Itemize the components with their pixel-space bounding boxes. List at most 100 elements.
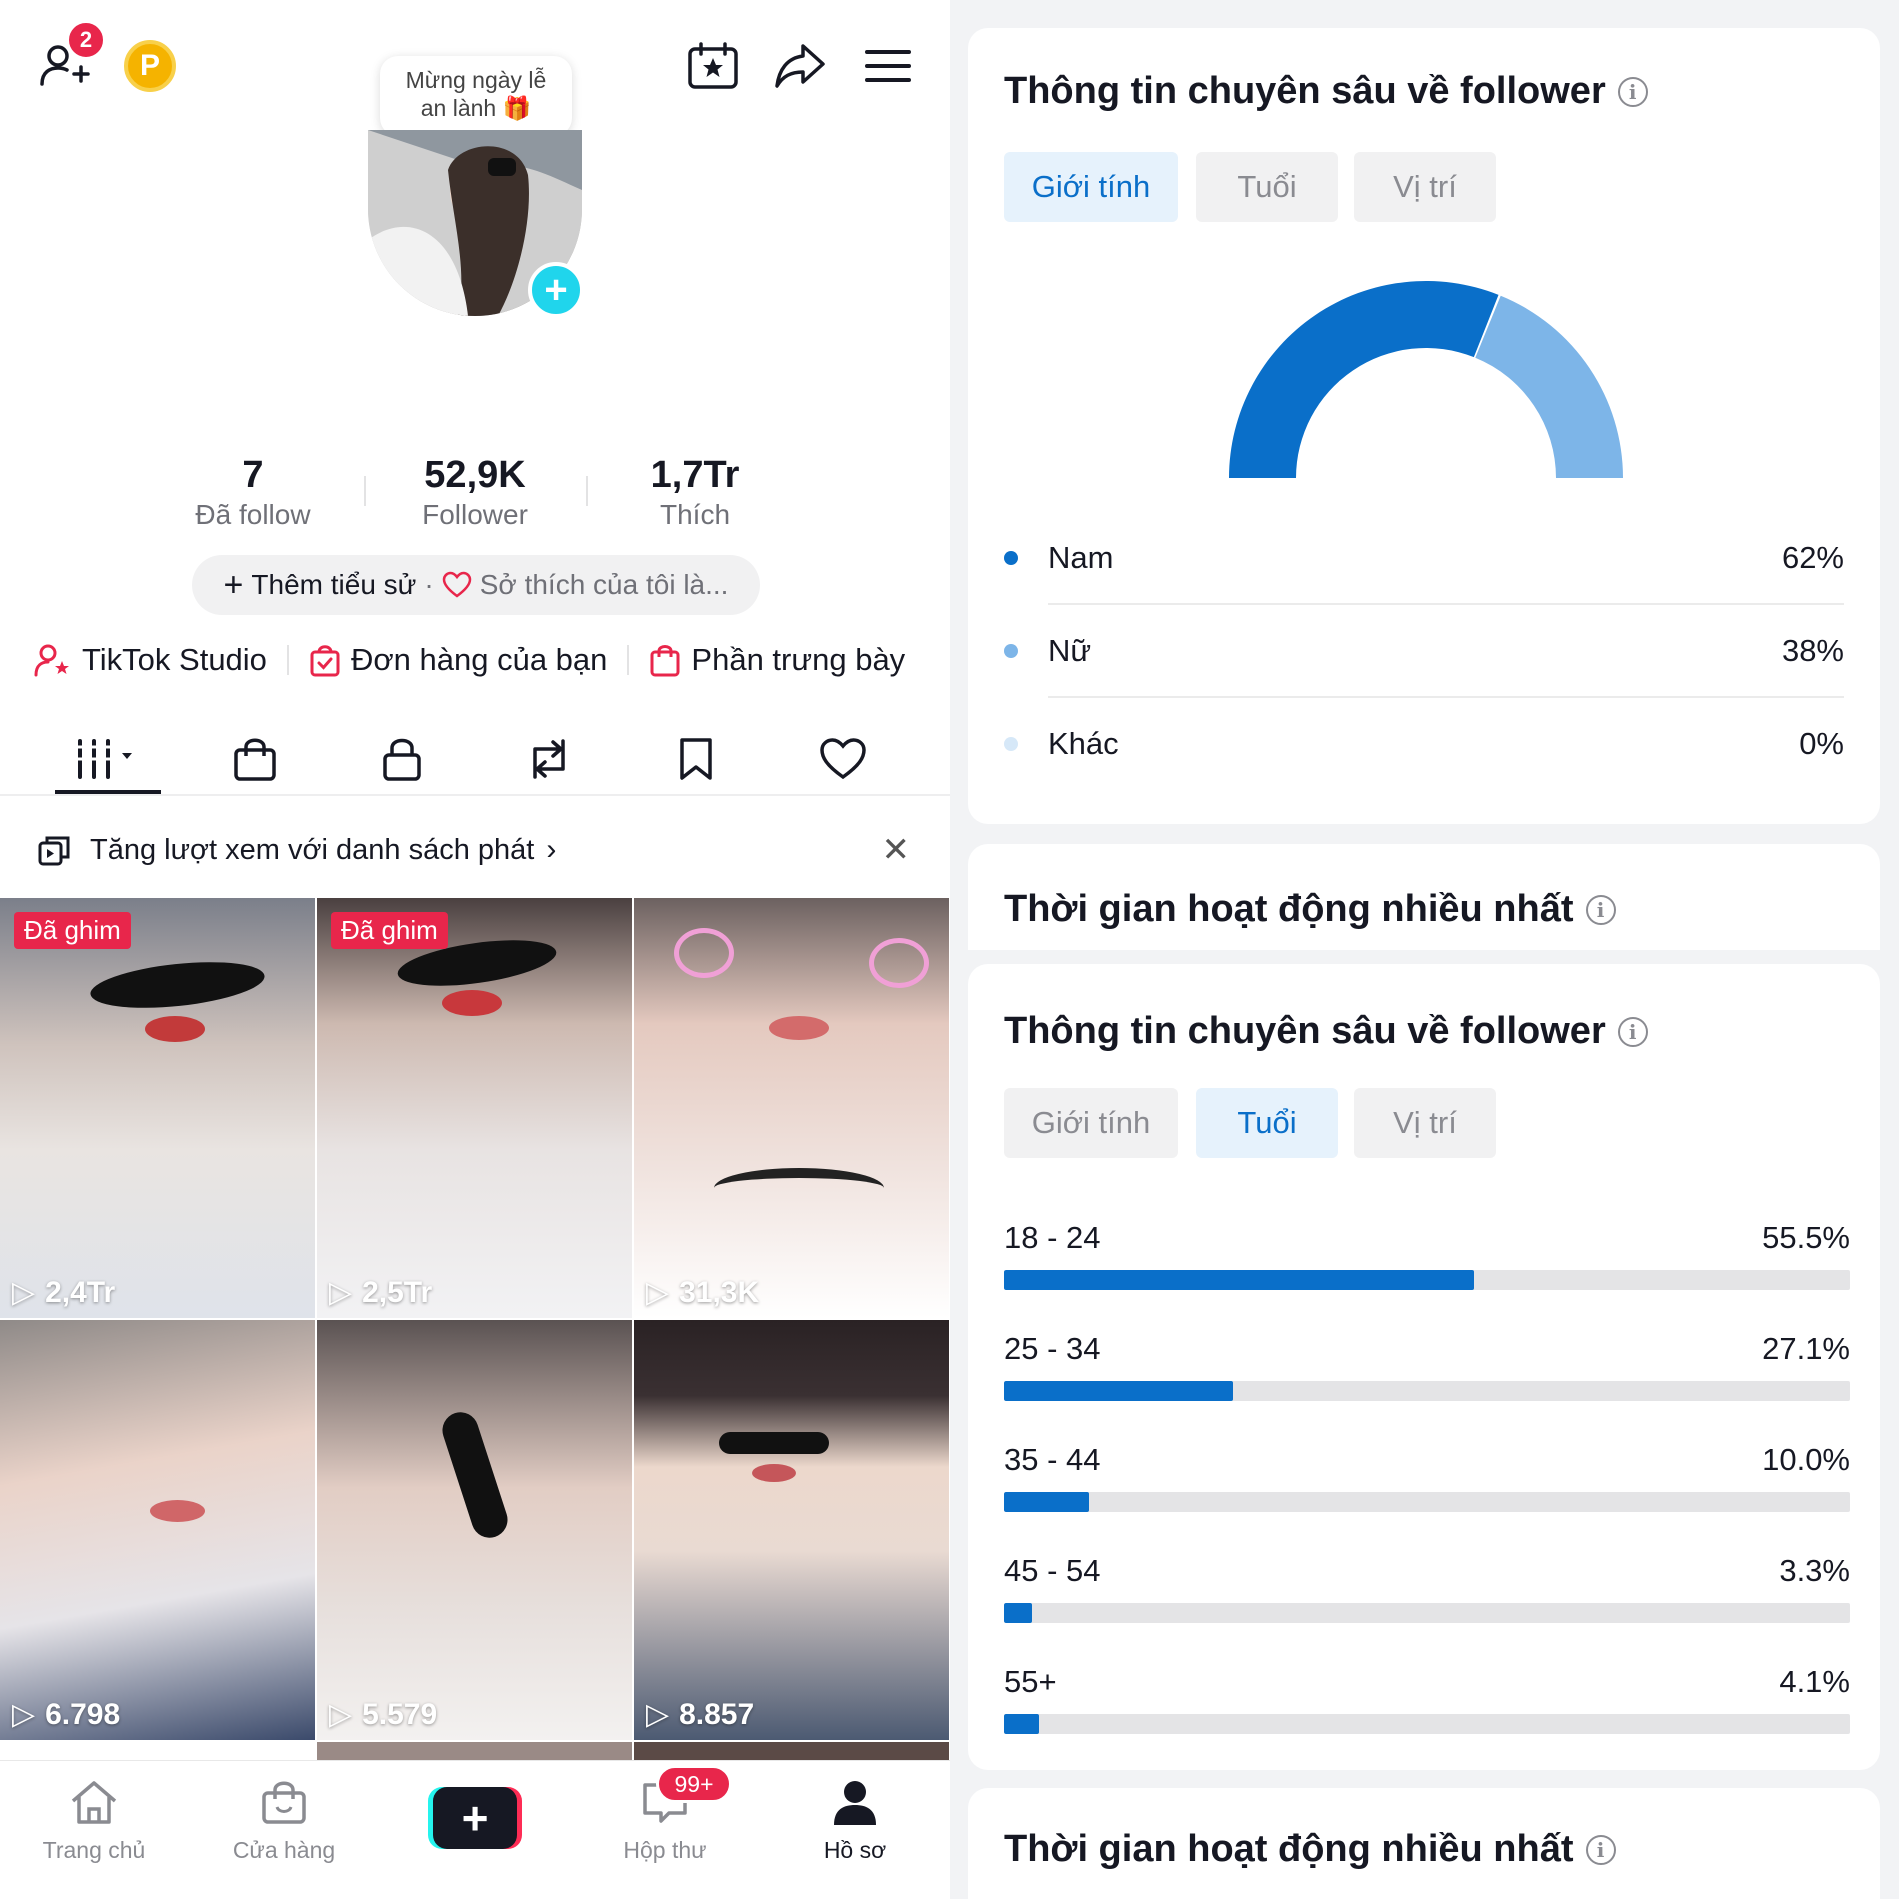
showcase-link[interactable]: Phần trưng bày bbox=[649, 642, 905, 678]
tab-location[interactable]: Vị trí bbox=[1354, 1088, 1496, 1158]
view-count: ▷ 2,5Tr bbox=[329, 1275, 432, 1310]
stat-likes[interactable]: 1,7Tr Thích bbox=[620, 454, 770, 531]
nav-profile-label: Hồ sơ bbox=[823, 1837, 887, 1863]
active-tab-indicator bbox=[55, 790, 161, 794]
close-icon[interactable]: ✕ bbox=[882, 830, 911, 870]
view-count: ▷ 8.857 bbox=[646, 1697, 754, 1732]
age-bar-fill bbox=[1004, 1381, 1234, 1401]
age-row-header: 45 - 54 3.3% bbox=[1004, 1553, 1850, 1589]
info-icon[interactable]: i bbox=[1585, 1834, 1616, 1865]
menu-button[interactable] bbox=[862, 42, 914, 90]
share-button[interactable] bbox=[770, 38, 830, 94]
hamburger-icon bbox=[865, 50, 911, 82]
legend-row-other: Khác 0% bbox=[1004, 698, 1844, 790]
lips bbox=[442, 990, 502, 1016]
create-button[interactable]: + bbox=[428, 1787, 522, 1849]
link-divider bbox=[627, 645, 630, 675]
nav-shop[interactable]: Cửa hàng bbox=[209, 1779, 359, 1864]
stat-divider bbox=[364, 476, 366, 506]
calendar-button[interactable] bbox=[683, 38, 743, 94]
tab-favorites[interactable] bbox=[651, 724, 741, 794]
doodle bbox=[869, 938, 929, 988]
video-thumbnail[interactable]: ▷ 8.857 bbox=[634, 1320, 949, 1740]
play-icon: ▷ bbox=[646, 1276, 670, 1309]
view-count-value: 6.798 bbox=[45, 1697, 121, 1731]
video-thumbnail[interactable]: ▷ 6.798 bbox=[0, 1320, 315, 1740]
showcase-label: Phần trưng bày bbox=[691, 642, 906, 677]
plus-icon: + bbox=[433, 1787, 517, 1849]
video-thumbnail[interactable]: ▷ 31,3K bbox=[634, 898, 949, 1318]
age-row: 55+ 4.1% bbox=[1004, 1664, 1850, 1734]
tiktok-studio-link[interactable]: TikTok Studio bbox=[34, 642, 267, 678]
active-time-card: Thời gian hoạt động nhiều nhất i bbox=[968, 844, 1880, 950]
hobby-label: Sở thích của tôi là... bbox=[479, 569, 729, 600]
tab-shop[interactable] bbox=[210, 724, 300, 794]
pinned-badge: Đã ghim bbox=[331, 912, 448, 949]
tab-reposts[interactable] bbox=[504, 724, 594, 794]
age-row: 45 - 54 3.3% bbox=[1004, 1553, 1850, 1623]
tab-age[interactable]: Tuổi bbox=[1196, 1088, 1338, 1158]
info-icon[interactable]: i bbox=[1585, 894, 1616, 925]
video-thumbnail[interactable] bbox=[634, 1742, 949, 1762]
age-label: 35 - 44 bbox=[1004, 1442, 1101, 1477]
video-thumbnail[interactable] bbox=[317, 1742, 632, 1762]
greeting-bubble: Mừng ngày lễ an lành 🎁 bbox=[380, 56, 572, 136]
view-count-value: 5.579 bbox=[362, 1697, 438, 1731]
bio-separator: · bbox=[424, 569, 434, 600]
add-avatar-button[interactable]: + bbox=[528, 262, 584, 318]
age-bar-track bbox=[1004, 1270, 1850, 1290]
age-bar-track bbox=[1004, 1492, 1850, 1512]
heart-outline-icon bbox=[442, 571, 472, 598]
active-time-card: Thời gian hoạt động nhiều nhất i bbox=[968, 1788, 1880, 1899]
orders-link[interactable]: Đơn hàng của bạn bbox=[309, 642, 607, 678]
video-thumbnail[interactable]: Đã ghim ▷ 2,4Tr bbox=[0, 898, 315, 1318]
age-bar-track bbox=[1004, 1381, 1850, 1401]
nav-home[interactable]: Trang chủ bbox=[19, 1779, 169, 1864]
tab-gender[interactable]: Giới tính bbox=[1004, 1088, 1178, 1158]
age-value: 4.1% bbox=[1779, 1664, 1850, 1699]
age-row-header: 55+ 4.1% bbox=[1004, 1664, 1850, 1700]
profile-screen: 2 P Mừng ngày lễ an lành 🎁 + 7 Đã follow… bbox=[0, 0, 950, 1899]
lips bbox=[769, 1016, 829, 1040]
shop-bag-icon bbox=[650, 645, 680, 677]
tab-private[interactable] bbox=[357, 724, 447, 794]
lips bbox=[752, 1464, 796, 1482]
legend-value: 38% bbox=[1781, 633, 1844, 668]
stat-likes-label: Thích bbox=[659, 499, 731, 530]
age-value: 10.0% bbox=[1762, 1442, 1850, 1477]
info-icon[interactable]: i bbox=[1617, 1016, 1648, 1047]
user-star-icon bbox=[34, 644, 69, 677]
stat-followers-label: Follower bbox=[422, 499, 528, 530]
lock-icon bbox=[383, 738, 421, 781]
age-row-header: 35 - 44 10.0% bbox=[1004, 1442, 1850, 1478]
lips bbox=[150, 1500, 205, 1522]
stat-following-value: 7 bbox=[242, 454, 264, 496]
nav-home-label: Trang chủ bbox=[42, 1837, 146, 1863]
tab-liked[interactable] bbox=[798, 724, 888, 794]
playlist-promo-banner[interactable]: Tăng lượt xem với danh sách phát › ✕ bbox=[0, 820, 950, 880]
donut-slice-nữ[interactable] bbox=[1475, 295, 1623, 478]
age-label: 45 - 54 bbox=[1004, 1553, 1101, 1588]
play-icon: ▷ bbox=[329, 1276, 353, 1309]
content-tabs bbox=[0, 724, 950, 796]
nav-profile[interactable]: Hồ sơ bbox=[780, 1779, 930, 1864]
age-row-header: 25 - 34 27.1% bbox=[1004, 1331, 1850, 1367]
stat-followers[interactable]: 52,9K Follower bbox=[395, 454, 555, 531]
stat-following[interactable]: 7 Đã follow bbox=[178, 454, 328, 531]
tab-videos[interactable] bbox=[62, 724, 158, 794]
coin-icon[interactable]: P bbox=[124, 40, 176, 92]
videos-grid-icon bbox=[77, 739, 132, 779]
add-bio-button[interactable]: + Thêm tiểu sử · Sở thích của tôi là... bbox=[192, 555, 760, 615]
card-title-text: Thời gian hoạt động nhiều nhất bbox=[1004, 888, 1574, 930]
card-title-text: Thông tin chuyên sâu về follower bbox=[1004, 1010, 1606, 1052]
face-scribble bbox=[719, 1432, 829, 1454]
video-thumbnail[interactable]: Đã ghim ▷ 2,5Tr bbox=[317, 898, 632, 1318]
stat-following-label: Đã follow bbox=[195, 499, 311, 530]
video-thumbnail[interactable]: ▷ 5.579 bbox=[317, 1320, 632, 1740]
age-row: 35 - 44 10.0% bbox=[1004, 1442, 1850, 1512]
age-value: 55.5% bbox=[1762, 1220, 1850, 1255]
legend-value: 62% bbox=[1781, 540, 1844, 575]
play-icon: ▷ bbox=[12, 1276, 36, 1309]
legend-value: 0% bbox=[1799, 726, 1844, 761]
donut-slice-nam[interactable] bbox=[1229, 281, 1499, 478]
